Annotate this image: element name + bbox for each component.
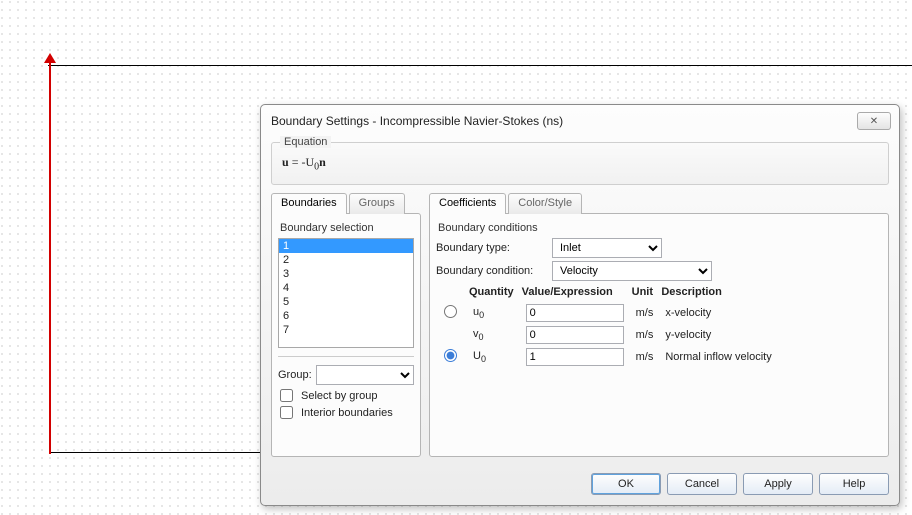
- quantity-symbol: v0: [467, 324, 520, 346]
- col-unit: Unit: [630, 284, 660, 302]
- quantity-symbol: U0: [467, 346, 520, 368]
- dialog-button-bar: OK Cancel Apply Help: [261, 465, 899, 505]
- close-button[interactable]: ✕: [857, 112, 891, 130]
- left-tabs: Boundaries Groups: [271, 193, 421, 214]
- apply-button[interactable]: Apply: [743, 473, 813, 495]
- value-input[interactable]: [526, 326, 624, 344]
- description-label: Normal inflow velocity: [659, 346, 777, 368]
- list-item[interactable]: 5: [279, 295, 413, 309]
- equation-legend: Equation: [280, 136, 331, 148]
- boundary-type-label: Boundary type:: [436, 242, 546, 254]
- boundary-type-select[interactable]: Inlet: [552, 238, 662, 258]
- tab-colorstyle[interactable]: Color/Style: [508, 193, 582, 214]
- value-input[interactable]: [526, 304, 624, 322]
- ok-button[interactable]: OK: [591, 473, 661, 495]
- group-label: Group:: [278, 369, 312, 381]
- boundary-listbox[interactable]: 1234567: [278, 238, 414, 348]
- tab-boundaries[interactable]: Boundaries: [271, 193, 347, 214]
- interior-boundaries-checkbox[interactable]: [280, 406, 293, 419]
- boundary-settings-dialog: Boundary Settings - Incompressible Navie…: [260, 104, 900, 506]
- equation-text: u = -U0n: [280, 151, 880, 174]
- boundary-condition-label: Boundary condition:: [436, 265, 546, 277]
- selected-boundary-line[interactable]: [49, 58, 51, 454]
- close-icon: ✕: [870, 116, 878, 127]
- boundary-selection-label: Boundary selection: [280, 222, 414, 234]
- equation-group: Equation u = -U0n: [271, 142, 889, 185]
- velocity-mode-radio[interactable]: [444, 349, 457, 362]
- geometry-top-edge: [48, 65, 912, 66]
- table-row: v0 m/sy-velocity: [436, 324, 778, 346]
- col-quantity: Quantity: [467, 284, 520, 302]
- group-select[interactable]: [316, 365, 414, 385]
- right-tabs: Coefficients Color/Style: [429, 193, 889, 214]
- interior-boundaries-label: Interior boundaries: [301, 407, 393, 419]
- dialog-titlebar[interactable]: Boundary Settings - Incompressible Navie…: [261, 110, 899, 136]
- table-row: U0 m/sNormal inflow velocity: [436, 346, 778, 368]
- table-row: u0 m/sx-velocity: [436, 302, 778, 324]
- unit-label: m/s: [630, 324, 660, 346]
- unit-label: m/s: [630, 346, 660, 368]
- list-item[interactable]: 6: [279, 309, 413, 323]
- tab-coefficients[interactable]: Coefficients: [429, 193, 506, 214]
- cancel-button[interactable]: Cancel: [667, 473, 737, 495]
- description-label: y-velocity: [659, 324, 777, 346]
- boundary-condition-select[interactable]: Velocity: [552, 261, 712, 281]
- select-by-group-label: Select by group: [301, 390, 377, 402]
- list-item[interactable]: 2: [279, 253, 413, 267]
- list-item[interactable]: 3: [279, 267, 413, 281]
- tab-groups[interactable]: Groups: [349, 193, 405, 214]
- geometry-bottom-edge: [51, 452, 261, 453]
- quantity-symbol: u0: [467, 302, 520, 324]
- value-input[interactable]: [526, 348, 624, 366]
- select-by-group-checkbox[interactable]: [280, 389, 293, 402]
- dialog-title: Boundary Settings - Incompressible Navie…: [271, 114, 857, 128]
- boundary-conditions-legend: Boundary conditions: [438, 222, 882, 234]
- help-button[interactable]: Help: [819, 473, 889, 495]
- unit-label: m/s: [630, 302, 660, 324]
- list-item[interactable]: 4: [279, 281, 413, 295]
- selected-boundary-arrowhead: [44, 53, 56, 63]
- list-item[interactable]: 7: [279, 323, 413, 337]
- coefficients-table: Quantity Value/Expression Unit Descripti…: [436, 284, 778, 368]
- col-value: Value/Expression: [520, 284, 630, 302]
- description-label: x-velocity: [659, 302, 777, 324]
- velocity-mode-radio[interactable]: [444, 305, 457, 318]
- list-item[interactable]: 1: [279, 239, 413, 253]
- col-description: Description: [659, 284, 777, 302]
